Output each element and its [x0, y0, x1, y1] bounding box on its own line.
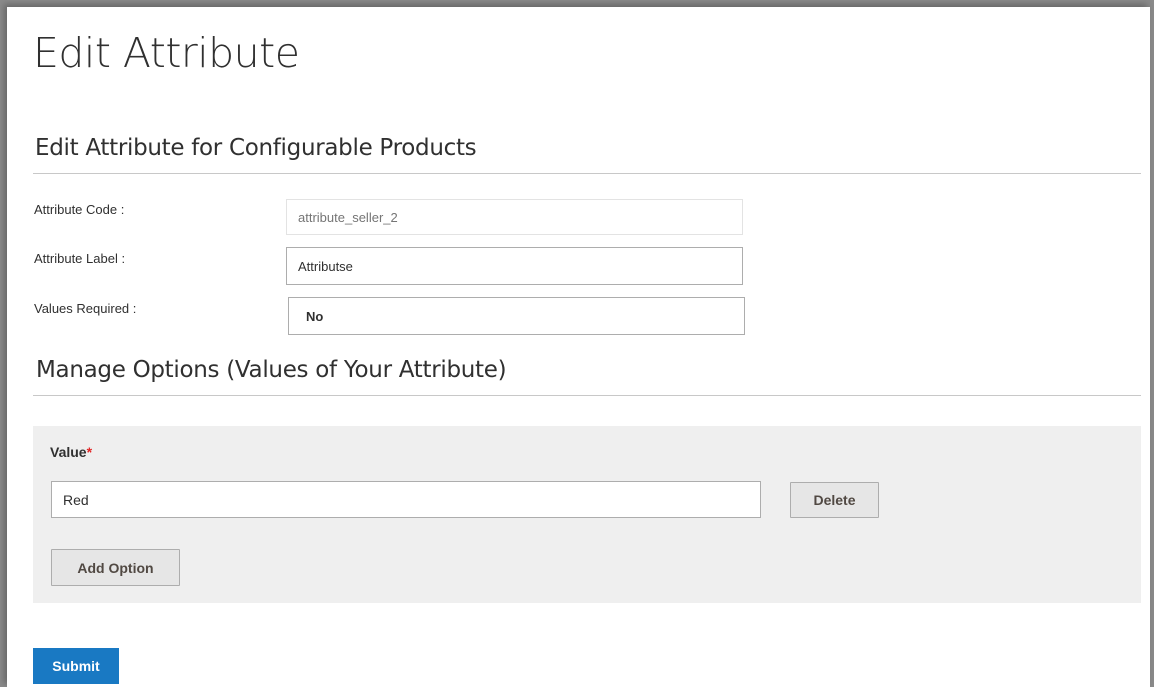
attribute-code-input [286, 199, 743, 235]
attribute-code-label: Attribute Code : [34, 202, 125, 217]
value-label-text: Value [50, 444, 87, 460]
submit-button[interactable]: Submit [33, 648, 119, 684]
value-label: Value* [50, 444, 92, 460]
add-option-button[interactable]: Add Option [51, 549, 180, 586]
edit-attribute-form: Edit Attribute Edit Attribute for Config… [7, 7, 1150, 687]
values-required-label: Values Required : [34, 301, 137, 316]
section-title-attribute: Edit Attribute for Configurable Products [35, 135, 477, 161]
section-divider [33, 173, 1141, 174]
attribute-label-input[interactable] [286, 247, 743, 285]
options-panel: Value* Delete Add Option [33, 426, 1141, 603]
option-value-input[interactable] [51, 481, 761, 518]
page-title: Edit Attribute [33, 29, 300, 77]
section-title-options: Manage Options (Values of Your Attribute… [36, 357, 507, 383]
delete-option-button[interactable]: Delete [790, 482, 879, 518]
required-marker: * [86, 444, 93, 460]
values-required-input[interactable] [288, 297, 745, 335]
attribute-label-label: Attribute Label : [34, 251, 126, 266]
section-divider [33, 395, 1141, 396]
